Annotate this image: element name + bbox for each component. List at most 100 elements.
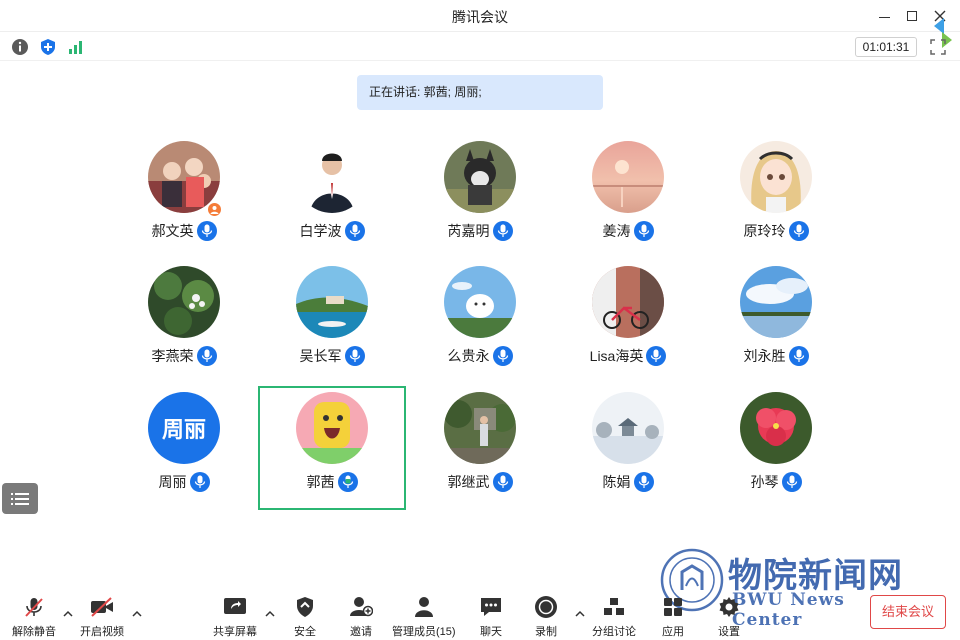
microphone-icon (189, 472, 210, 492)
participant-tile[interactable]: 么贵永 (406, 266, 554, 391)
participant-name: 原玲玲 (743, 223, 786, 239)
microphone-icon (788, 346, 809, 366)
microphone-icon (492, 472, 513, 492)
participant-name: 陈娟 (602, 474, 631, 490)
meeting-info-button[interactable] (10, 37, 30, 57)
participant-tile[interactable]: 白学波 (258, 141, 406, 266)
invite-button[interactable]: 邀请 (348, 594, 374, 640)
chat-button[interactable]: 聊天 (478, 594, 504, 640)
fullscreen-icon[interactable] (929, 38, 947, 56)
window-title: 腾讯会议 (452, 9, 508, 25)
microphone-icon (196, 221, 217, 241)
participant-name: Lisa海英 (589, 348, 644, 364)
breakout-rooms-button[interactable]: 分组讨论 (592, 594, 636, 640)
share-screen-button[interactable]: 共享屏幕 (213, 594, 257, 640)
participant-tile[interactable]: 刘永胜 (702, 266, 850, 391)
microphone-icon (781, 472, 802, 492)
avatar (444, 141, 516, 213)
chevron-up-icon[interactable] (574, 608, 586, 620)
microphone-icon (646, 346, 667, 366)
avatar (444, 266, 516, 338)
participant-tile[interactable]: 李燕荣 (110, 266, 258, 391)
apps-grid-icon (664, 598, 682, 616)
invite-user-icon (350, 597, 373, 617)
chat-icon (481, 598, 501, 616)
participant-name: 李燕荣 (151, 348, 194, 364)
manage-members-button[interactable]: 管理成员(15) (392, 594, 456, 640)
microphone-icon (788, 221, 809, 241)
network-status-button[interactable] (66, 37, 86, 57)
video-off-icon (91, 597, 113, 617)
participant-tile[interactable]: 吴长军 (258, 266, 406, 391)
participant-name: 郭继武 (447, 474, 490, 490)
participant-tile[interactable]: 姜涛 (554, 141, 702, 266)
apps-button[interactable]: 应用 (660, 594, 686, 640)
gear-icon (719, 597, 739, 617)
list-icon (11, 492, 29, 505)
minimize-button[interactable] (874, 6, 894, 26)
microphone-icon (492, 221, 513, 241)
participant-name: 郝文英 (151, 223, 194, 239)
microphone-speaking-icon (337, 472, 358, 492)
avatar: 周丽 (148, 392, 220, 464)
settings-button[interactable]: 设置 (716, 594, 742, 640)
record-icon (535, 596, 557, 618)
microphone-icon (633, 472, 654, 492)
participant-tile[interactable]: 周丽 周丽 (110, 392, 258, 517)
participant-list-toggle-button[interactable] (2, 483, 38, 514)
participant-tile[interactable]: 郭茜 (258, 392, 406, 517)
security-button[interactable]: 安全 (292, 594, 318, 640)
participant-name: 姜涛 (602, 223, 631, 239)
record-button[interactable]: 录制 (533, 594, 559, 640)
title-bar: 腾讯会议 (0, 0, 960, 32)
participant-name: 白学波 (299, 223, 342, 239)
chevron-up-icon[interactable] (62, 608, 74, 620)
participant-tile[interactable]: 孙琴 (702, 392, 850, 517)
microphone-icon (633, 221, 654, 241)
participant-name: 孙琴 (750, 474, 779, 490)
participant-name: 吴长军 (299, 348, 342, 364)
microphone-icon (344, 221, 365, 241)
participant-tile[interactable]: 郝文英 (110, 141, 258, 266)
meeting-toolbar: 解除静音 开启视频 共享屏幕 安全 邀请 管理成员(15) 聊天 录制 分组讨论… (0, 588, 960, 640)
participant-tile[interactable]: 郭继武 (406, 392, 554, 517)
participant-tile[interactable]: 芮嘉明 (406, 141, 554, 266)
avatar (740, 266, 812, 338)
members-icon (414, 597, 433, 617)
participant-name: 郭茜 (306, 474, 335, 490)
speaking-indicator: 正在讲话: 郭茜; 周丽; (357, 75, 603, 110)
chevron-up-icon[interactable] (264, 608, 276, 620)
host-badge-icon (207, 202, 222, 217)
avatar (740, 141, 812, 213)
shield-icon (41, 39, 55, 55)
security-status-button[interactable] (38, 37, 58, 57)
status-bar: 01:01:31 (0, 33, 960, 61)
avatar (444, 392, 516, 464)
unmute-button[interactable]: 解除静音 (12, 594, 56, 640)
participant-name: 么贵永 (447, 348, 490, 364)
avatar (592, 392, 664, 464)
participant-name: 周丽 (158, 474, 187, 490)
signal-bars-icon (69, 41, 82, 54)
avatar-initials: 周丽 (161, 417, 206, 442)
avatar (740, 392, 812, 464)
avatar (148, 266, 220, 338)
avatar (296, 392, 368, 464)
start-video-button[interactable]: 开启视频 (80, 594, 124, 640)
info-icon (12, 39, 28, 55)
participant-tile[interactable]: 陈娟 (554, 392, 702, 517)
participant-name: 芮嘉明 (447, 223, 490, 239)
avatar (592, 141, 664, 213)
end-meeting-button[interactable]: 结束会议 (870, 595, 946, 629)
participant-tile[interactable]: 原玲玲 (702, 141, 850, 266)
participant-tile[interactable]: Lisa海英 (554, 266, 702, 391)
avatar (592, 266, 664, 338)
microphone-icon (492, 346, 513, 366)
microphone-icon (344, 346, 365, 366)
breakout-rooms-icon (604, 598, 624, 615)
chevron-up-icon[interactable] (131, 608, 143, 620)
maximize-button[interactable] (902, 6, 922, 26)
avatar (296, 266, 368, 338)
shield-icon (297, 597, 313, 617)
avatar (296, 141, 368, 213)
